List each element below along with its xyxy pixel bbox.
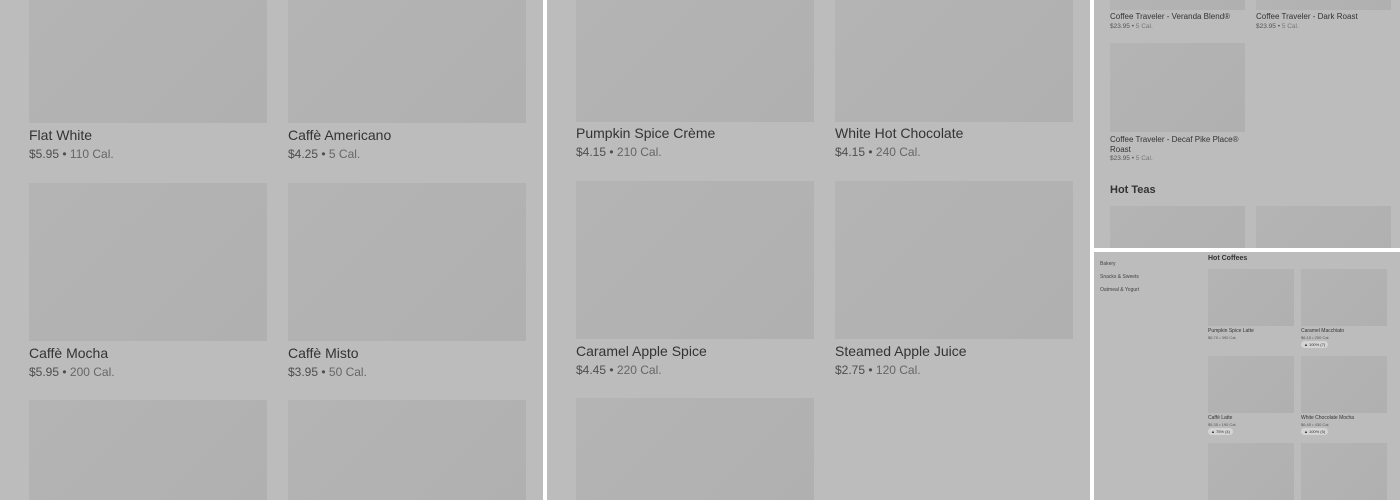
item-image[interactable] bbox=[1110, 0, 1245, 10]
item-image-caffe-misto[interactable] bbox=[288, 183, 526, 341]
item-name[interactable]: Coffee Traveler - Dark Roast bbox=[1256, 12, 1358, 21]
item-price: $4.45 • 220 Cal. bbox=[576, 363, 662, 377]
item-image[interactable] bbox=[576, 398, 814, 500]
item-name[interactable]: Flat White bbox=[29, 127, 92, 143]
item-price: $2.75 • 120 Cal. bbox=[835, 363, 921, 377]
item-name[interactable]: White Chocolate Mocha bbox=[1301, 415, 1354, 421]
item-name[interactable]: Pumpkin Spice Latte bbox=[1208, 328, 1254, 334]
menu-panel-2: Pumpkin Spice Crème $4.15 • 210 Cal. Whi… bbox=[547, 0, 1090, 500]
item-image[interactable] bbox=[29, 400, 267, 500]
item-image[interactable] bbox=[1208, 443, 1294, 500]
item-name[interactable]: Steamed Apple Juice bbox=[835, 343, 967, 359]
item-price: $5.95 • 200 Cal. bbox=[29, 365, 115, 379]
item-price: $23.95 • 5 Cal. bbox=[1110, 23, 1153, 30]
item-price: $4.15 • 240 Cal. bbox=[835, 145, 921, 159]
item-image-caffe-americano[interactable] bbox=[288, 0, 526, 123]
item-name[interactable]: Caramel Apple Spice bbox=[576, 343, 707, 359]
item-name[interactable]: Caramel Macchiato bbox=[1301, 328, 1344, 334]
rating-badge: ▲ 100% (5) bbox=[1301, 428, 1329, 435]
item-name[interactable]: White Hot Chocolate bbox=[835, 125, 963, 141]
section-title-hot-teas: Hot Teas bbox=[1110, 184, 1156, 196]
item-name[interactable]: Pumpkin Spice Crème bbox=[576, 125, 715, 141]
item-image-white-chocolate-mocha[interactable] bbox=[1301, 356, 1387, 413]
item-price: $3.95 • 50 Cal. bbox=[288, 365, 367, 379]
menu-panel-3: Coffee Traveler - Veranda Blend® $23.95 … bbox=[1094, 0, 1400, 248]
item-image-flat-white[interactable] bbox=[29, 0, 267, 123]
item-price: $4.15 • 210 Cal. bbox=[576, 145, 662, 159]
item-price: $23.95 • 5 Cal. bbox=[1256, 23, 1299, 30]
item-image-caffe-latte[interactable] bbox=[1208, 356, 1294, 413]
item-price: $6.45 • 430 Cal. bbox=[1301, 422, 1330, 427]
section-title-hot-coffees: Hot Coffees bbox=[1208, 255, 1248, 262]
item-image-decaf-pike-place[interactable] bbox=[1110, 43, 1245, 132]
item-image[interactable] bbox=[1301, 443, 1387, 500]
item-name-line2[interactable]: Roast bbox=[1110, 145, 1131, 154]
category-link-bakery[interactable]: Bakery bbox=[1100, 261, 1116, 267]
item-image-white-hot-chocolate[interactable] bbox=[835, 0, 1073, 122]
category-link-snacks-sweets[interactable]: Snacks & Sweets bbox=[1100, 274, 1139, 280]
menu-panel-4: Bakery Snacks & Sweets Oatmeal & Yogurt … bbox=[1094, 252, 1400, 500]
item-name[interactable]: Coffee Traveler - Veranda Blend® bbox=[1110, 12, 1230, 21]
item-name-line1[interactable]: Coffee Traveler - Decaf Pike Place® bbox=[1110, 135, 1238, 144]
thumbs-up-icon: ▲ bbox=[1211, 429, 1215, 434]
item-image[interactable] bbox=[1110, 206, 1245, 248]
item-name[interactable]: Caffè Latte bbox=[1208, 415, 1232, 421]
item-image-pumpkin-spice-latte[interactable] bbox=[1208, 269, 1294, 326]
item-price: $4.25 • 5 Cal. bbox=[288, 147, 361, 161]
thumbs-up-icon: ▲ bbox=[1304, 429, 1308, 434]
item-price: $5.35 • 190 Cal. bbox=[1208, 422, 1237, 427]
item-image[interactable] bbox=[1256, 0, 1391, 10]
item-image-caffe-mocha[interactable] bbox=[29, 183, 267, 341]
item-image-caramel-apple-spice[interactable] bbox=[576, 181, 814, 339]
item-price: $6.15 • 250 Cal. bbox=[1301, 335, 1330, 340]
item-price: $5.95 • 110 Cal. bbox=[29, 147, 114, 161]
item-image[interactable] bbox=[1256, 206, 1391, 248]
rating-badge: ▲ 75% (4) bbox=[1208, 428, 1233, 435]
item-price: $6.75 • 390 Cal. bbox=[1208, 335, 1237, 340]
item-image-caramel-macchiato[interactable] bbox=[1301, 269, 1387, 326]
item-image[interactable] bbox=[288, 400, 526, 500]
item-name[interactable]: Caffè Misto bbox=[288, 345, 359, 361]
item-name[interactable]: Caffè Mocha bbox=[29, 345, 108, 361]
item-name[interactable]: Caffè Americano bbox=[288, 127, 391, 143]
menu-panel-1: Flat White $5.95 • 110 Cal. Caffè Americ… bbox=[0, 0, 543, 500]
item-price: $23.95 • 5 Cal. bbox=[1110, 155, 1153, 162]
thumbs-up-icon: ▲ bbox=[1304, 342, 1308, 347]
item-image-pumpkin-spice-creme[interactable] bbox=[576, 0, 814, 122]
rating-badge: ▲ 100% (7) bbox=[1301, 341, 1329, 348]
category-link-oatmeal-yogurt[interactable]: Oatmeal & Yogurt bbox=[1100, 287, 1139, 293]
item-image-steamed-apple-juice[interactable] bbox=[835, 181, 1073, 339]
